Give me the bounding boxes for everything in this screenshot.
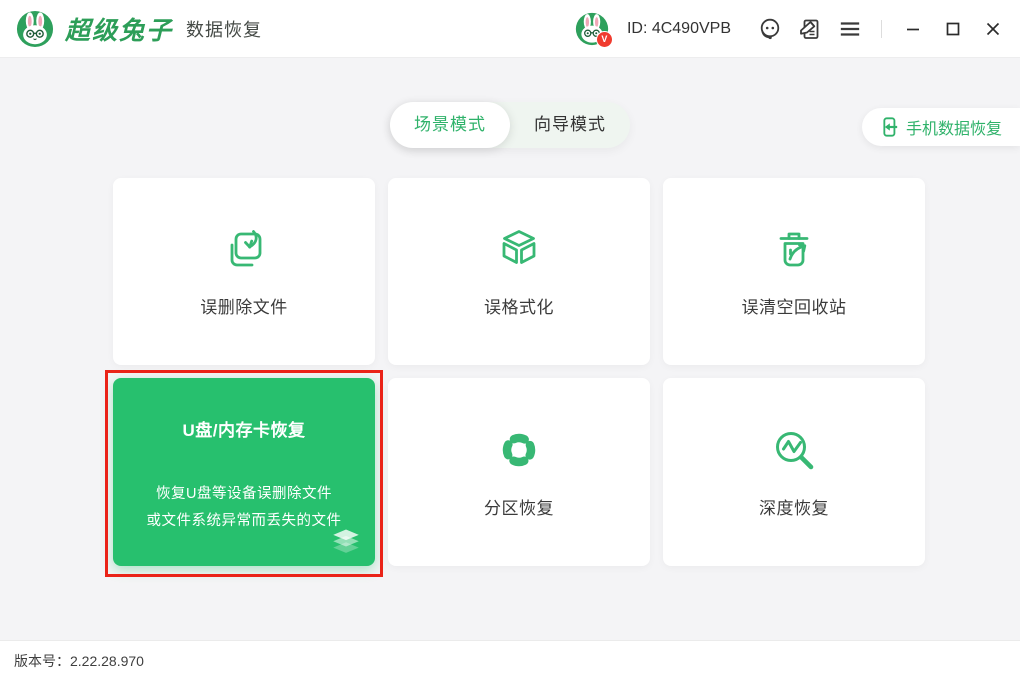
usb-card-title: U盘/内存卡恢复 — [183, 416, 306, 441]
phone-recovery-icon — [877, 115, 899, 139]
card-label: 误格式化 — [484, 293, 554, 318]
close-button[interactable] — [978, 14, 1008, 44]
app-window: 超级兔子 数据恢复 V ID: — [0, 0, 1020, 680]
card-recycle-bin[interactable]: 误清空回收站 — [663, 178, 925, 365]
maximize-button[interactable] — [938, 14, 968, 44]
deep-scan-magnifier-icon — [770, 426, 818, 474]
phone-recovery-label: 手机数据恢复 — [906, 115, 1002, 139]
card-partition-recovery[interactable]: 分区恢复 — [388, 378, 650, 566]
menu-icon[interactable] — [835, 14, 865, 44]
vip-badge: V — [596, 31, 613, 48]
mode-toggle: 场景模式 向导模式 — [390, 102, 630, 148]
phone-data-recovery-button[interactable]: 手机数据恢复 — [862, 108, 1020, 146]
minimize-button[interactable] — [898, 14, 928, 44]
layers-icon — [329, 528, 363, 558]
tab-scene-mode[interactable]: 场景模式 — [390, 102, 510, 148]
tab-wizard-mode[interactable]: 向导模式 — [510, 102, 630, 148]
usb-card-description: 恢复U盘等设备误删除文件 或文件系统异常而丢失的文件 — [147, 481, 342, 535]
app-logo-rabbit-icon — [16, 10, 54, 48]
usb-card-desc-line2: 或文件系统异常而丢失的文件 — [147, 508, 342, 535]
user-avatar[interactable]: V — [575, 12, 609, 46]
card-usb-memory-card-recovery[interactable]: U盘/内存卡恢复 恢复U盘等设备误删除文件 或文件系统异常而丢失的文件 — [113, 378, 375, 566]
title-bar-right: V ID: 4C490VPB — [575, 12, 1008, 46]
card-formatted[interactable]: 误格式化 — [388, 178, 650, 365]
partition-icon — [495, 426, 543, 474]
file-restore-icon — [220, 225, 268, 273]
app-subtitle: 数据恢复 — [186, 16, 262, 42]
card-deep-recovery[interactable]: 深度恢复 — [663, 378, 925, 566]
customer-service-headset-icon[interactable] — [755, 14, 785, 44]
card-deleted-files[interactable]: 误删除文件 — [113, 178, 375, 365]
usb-card-desc-line1: 恢复U盘等设备误删除文件 — [147, 481, 342, 508]
user-id: ID: 4C490VPB — [627, 20, 731, 38]
app-title: 超级兔子 — [65, 11, 173, 47]
card-label: 深度恢复 — [759, 494, 829, 519]
recovery-cards-grid: 误删除文件 误格式化 — [113, 178, 925, 566]
titlebar-divider — [881, 20, 882, 38]
cube-icon — [495, 225, 543, 273]
brand: 超级兔子 数据恢复 — [16, 10, 262, 48]
recycle-bin-restore-icon — [770, 225, 818, 273]
status-bar: 版本号：2.22.28.970 — [0, 640, 1020, 680]
card-label: 误清空回收站 — [742, 293, 847, 318]
main-content: 场景模式 向导模式 手机数据恢复 — [0, 58, 1020, 640]
version-label: 版本号：2.22.28.970 — [14, 651, 144, 671]
card-label: 分区恢复 — [484, 494, 554, 519]
feedback-icon[interactable] — [795, 14, 825, 44]
card-label: 误删除文件 — [200, 293, 288, 318]
title-bar: 超级兔子 数据恢复 V ID: — [0, 0, 1020, 58]
